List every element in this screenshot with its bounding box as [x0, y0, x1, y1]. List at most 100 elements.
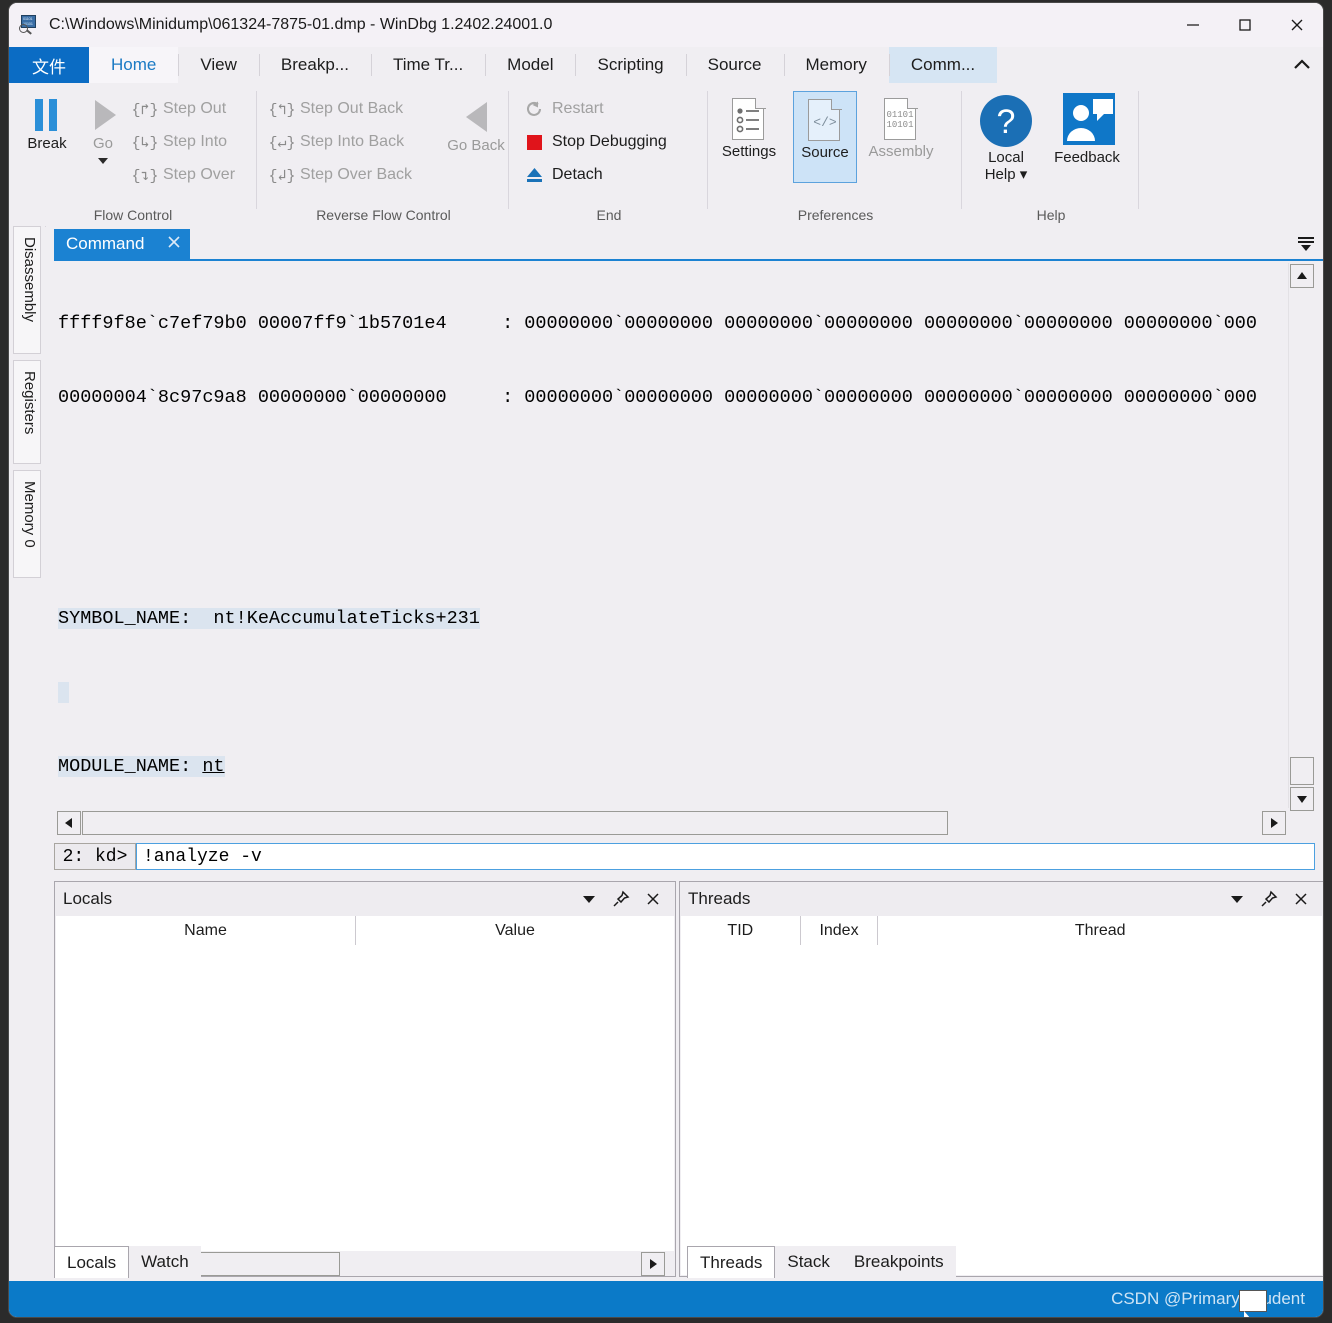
column-header-index[interactable]: Index	[801, 916, 879, 945]
locals-panel-header: Locals	[55, 882, 675, 916]
pause-icon	[35, 99, 57, 131]
overflow-menu-icon[interactable]	[1295, 233, 1317, 258]
local-help-button[interactable]: ? Local Help ▾	[971, 93, 1041, 183]
scroll-left-icon[interactable]	[57, 811, 81, 835]
tab-locals[interactable]: Locals	[54, 1246, 130, 1278]
scroll-up-icon[interactable]	[1290, 264, 1314, 288]
column-header-thread[interactable]: Thread	[878, 916, 1322, 945]
command-output-area[interactable]: ffff9f8e`c7ef79b0 00007ff9`1b5701e4 : 00…	[54, 261, 1315, 836]
ribbon-group-label-flow-control: Flow Control	[93, 207, 173, 223]
ribbon-tab-strip: 文件 Home View Breakp... Time Tr... Model …	[9, 47, 1323, 83]
tab-time-travel[interactable]: Time Tr...	[370, 47, 485, 83]
assembly-button[interactable]: 01101 10101 Assembly	[868, 91, 934, 183]
output-line-text: 00000004`8c97c9a8 00000000`00000000 : 00…	[58, 386, 1257, 408]
column-header-name[interactable]: Name	[56, 916, 356, 945]
pin-icon[interactable]	[1255, 885, 1283, 913]
chevron-down-icon[interactable]: ▾	[1020, 166, 1028, 183]
ribbon-group-label-end: End	[596, 207, 622, 223]
command-output-text: ffff9f8e`c7ef79b0 00007ff9`1b5701e4 : 00…	[58, 263, 1287, 808]
tab-breakpoints[interactable]: Breakp...	[258, 47, 371, 83]
threads-grid-body[interactable]	[681, 945, 1322, 1275]
step-into-back-button[interactable]: {↵} Step Into Back	[268, 128, 404, 156]
ribbon-group-label-help: Help	[1036, 207, 1066, 223]
threads-panel: Threads TID Index Thread	[679, 881, 1323, 1277]
pin-icon[interactable]	[607, 885, 635, 913]
sidebar-item-registers[interactable]: Registers	[13, 360, 41, 464]
break-button[interactable]: Break	[15, 95, 79, 152]
column-header-tid[interactable]: TID	[681, 916, 801, 945]
tab-model[interactable]: Model	[485, 47, 575, 83]
step-over-icon: {↴}	[131, 167, 159, 185]
step-into-label: Step Into	[163, 133, 228, 150]
stop-debugging-button[interactable]: Stop Debugging	[522, 128, 667, 156]
tab-memory[interactable]: Memory	[783, 47, 889, 83]
column-header-value[interactable]: Value	[356, 916, 674, 945]
step-out-back-button[interactable]: {↰} Step Out Back	[268, 95, 403, 123]
tab-view[interactable]: View	[178, 47, 259, 83]
scroll-right-icon[interactable]	[641, 1252, 665, 1276]
sidebar-item-disassembly[interactable]: Disassembly	[13, 226, 41, 354]
windbg-icon: 01101 10101	[19, 15, 39, 35]
tab-command-window[interactable]: Command	[54, 229, 191, 259]
title-bar: 01101 10101 C:\Windows\Minidump\061324-78…	[9, 3, 1323, 47]
output-line	[58, 681, 1287, 706]
go-label: Go	[92, 135, 113, 152]
tab-source[interactable]: Source	[685, 47, 784, 83]
ribbon-group-end: Restart Stop Debugging Detach End	[510, 83, 708, 226]
source-button[interactable]: </> Source	[793, 91, 857, 183]
step-into-button[interactable]: {↳} Step Into	[131, 128, 228, 156]
command-hscroll-thumb[interactable]	[82, 811, 948, 835]
watermark: CSDN @Primary_student	[1111, 1289, 1305, 1312]
output-line-text: MODULE_NAME: nt	[58, 755, 225, 777]
command-horizontal-scrollbar[interactable]	[56, 810, 1287, 835]
scroll-down-icon[interactable]	[1290, 787, 1314, 811]
locals-grid-body[interactable]	[56, 945, 674, 1275]
chevron-up-icon[interactable]	[1281, 47, 1323, 83]
play-icon	[95, 100, 116, 130]
tab-breakpoints-panel[interactable]: Breakpoints	[841, 1246, 956, 1278]
tab-command[interactable]: Comm...	[888, 47, 998, 83]
tab-threads[interactable]: Threads	[687, 1246, 776, 1278]
settings-button[interactable]: Settings	[717, 91, 781, 183]
maximize-button[interactable]	[1219, 3, 1271, 47]
go-back-button[interactable]: Go Back	[444, 97, 508, 154]
minimize-button[interactable]	[1167, 3, 1219, 47]
step-over-label: Step Over	[163, 166, 236, 183]
tab-file[interactable]: 文件	[9, 47, 89, 83]
tab-watch[interactable]: Watch	[129, 1246, 201, 1278]
module-name-link[interactable]: nt	[202, 756, 224, 777]
assembly-binary-doc-icon: 01101 10101	[880, 97, 922, 143]
step-out-button[interactable]: {↱} Step Out	[131, 95, 226, 123]
svg-text:?: ?	[997, 103, 1016, 141]
close-icon[interactable]	[166, 234, 182, 255]
step-over-back-button[interactable]: {↲} Step Over Back	[268, 161, 412, 189]
command-input[interactable]: !analyze -v	[136, 843, 1315, 870]
feedback-button[interactable]: Feedback	[1045, 93, 1129, 166]
step-out-back-icon: {↰}	[268, 101, 296, 119]
chevron-down-icon[interactable]	[1223, 885, 1251, 913]
tab-home[interactable]: Home	[89, 47, 179, 83]
ribbon-group-flow-control: Break Go {↱} Step Out {↳} Step Into {↴} …	[9, 83, 257, 226]
output-line: SYMBOL_NAME: nt!KeAccumulateTicks+231	[58, 607, 1287, 632]
step-over-button[interactable]: {↴} Step Over	[131, 161, 236, 189]
go-button[interactable]: Go	[71, 95, 135, 166]
output-line-text: ffff9f8e`c7ef79b0 00007ff9`1b5701e4 : 00…	[58, 313, 1257, 335]
stop-debugging-label: Stop Debugging	[552, 133, 667, 150]
command-scroll-thumb[interactable]	[1290, 757, 1314, 785]
close-icon[interactable]	[1287, 885, 1315, 913]
sidebar-item-memory0[interactable]: Memory 0	[13, 470, 41, 578]
scroll-right-icon[interactable]	[1262, 811, 1286, 835]
threads-bottom-tabs: Threads Stack Breakpoints	[687, 1246, 956, 1278]
tab-scripting[interactable]: Scripting	[575, 47, 685, 83]
chevron-down-icon[interactable]	[575, 885, 603, 913]
command-vertical-scrollbar[interactable]	[1288, 263, 1314, 811]
tab-stack[interactable]: Stack	[775, 1246, 842, 1278]
restart-button[interactable]: Restart	[522, 95, 604, 123]
settings-doc-icon	[728, 97, 770, 143]
close-button[interactable]	[1271, 3, 1323, 47]
ribbon-group-label-reverse-flow-control: Reverse Flow Control	[316, 207, 451, 223]
command-tab-label: Command	[66, 234, 145, 253]
output-line: 00000004`8c97c9a8 00000000`00000000 : 00…	[58, 386, 1287, 411]
detach-button[interactable]: Detach	[522, 161, 603, 189]
close-icon[interactable]	[639, 885, 667, 913]
